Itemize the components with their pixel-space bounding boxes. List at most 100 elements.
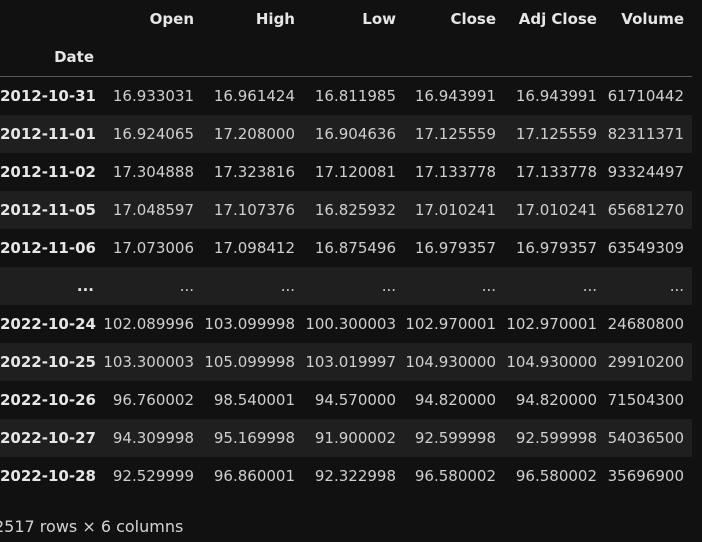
row-index-label: 2012-11-05 xyxy=(0,200,96,219)
table-cell: 103.099998 xyxy=(204,314,295,333)
table-cell: ... xyxy=(381,276,396,295)
table-cell: 17.125559 xyxy=(515,124,597,143)
table-cell: 16.924065 xyxy=(112,124,194,143)
table-cell: 17.208000 xyxy=(213,124,295,143)
table-cell: 63549309 xyxy=(607,238,684,257)
empty-header-cell xyxy=(303,38,404,77)
table-cell: 94.820000 xyxy=(515,390,597,409)
row-index-label: 2022-10-28 xyxy=(0,466,96,485)
table-cell: 105.099998 xyxy=(204,352,295,371)
empty-header-cell xyxy=(102,38,202,77)
table-cell: 93324497 xyxy=(607,162,684,181)
table-row: 2022-10-28 92.529999 96.860001 92.322998 96.… xyxy=(0,457,692,495)
row-index-label: 2022-10-25 xyxy=(0,352,96,371)
shape-summary: 2517 rows × 6 columns xyxy=(0,517,184,536)
column-header: Volume xyxy=(621,10,684,28)
table-cell: 92.529999 xyxy=(112,466,194,485)
table-cell: 103.019997 xyxy=(305,352,396,371)
dataframe-table: Open High Low Close Adj Close Volume Dat… xyxy=(0,0,692,495)
table-cell: 17.133778 xyxy=(515,162,597,181)
table-cell: 16.943991 xyxy=(515,86,597,105)
column-header: Close xyxy=(450,10,496,28)
row-index-label: 2022-10-27 xyxy=(0,428,96,447)
table-cell: 104.930000 xyxy=(405,352,496,371)
table-cell: 102.970001 xyxy=(506,314,597,333)
table-cell: 17.010241 xyxy=(414,200,496,219)
table-row: 2022-10-24 102.089996 103.099998 100.300003… xyxy=(0,305,692,343)
table-row: 2012-11-06 17.073006 17.098412 16.875496 16.… xyxy=(0,229,692,267)
table-row: 2012-11-01 16.924065 17.208000 16.904636 17.… xyxy=(0,114,692,153)
table-cell: 102.970001 xyxy=(405,314,496,333)
table-cell: 17.073006 xyxy=(112,238,194,257)
row-index-label: 2012-10-31 xyxy=(0,86,96,105)
dataframe-output: Open High Low Close Adj Close Volume Dat… xyxy=(0,0,702,536)
table-cell: ... xyxy=(280,276,295,295)
empty-header-cell xyxy=(404,38,504,77)
table-cell: 16.961424 xyxy=(213,86,295,105)
table-cell: ... xyxy=(582,276,597,295)
index-name: Date xyxy=(0,38,102,77)
table-cell: 17.125559 xyxy=(414,124,496,143)
table-cell: 16.943991 xyxy=(414,86,496,105)
table-cell: 16.811985 xyxy=(314,86,396,105)
table-row: 2022-10-26 96.760002 98.540001 94.570000 94.… xyxy=(0,381,692,419)
table-cell: 82311371 xyxy=(607,124,684,143)
table-cell: 54036500 xyxy=(607,428,684,447)
empty-header-cell xyxy=(202,38,303,77)
table-cell: 92.322998 xyxy=(314,466,396,485)
table-cell: 17.120081 xyxy=(314,162,396,181)
column-header: Open xyxy=(149,10,194,28)
table-cell: 91.900002 xyxy=(314,428,396,447)
table-row: 2012-11-05 17.048597 17.107376 16.825932 17.… xyxy=(0,190,692,229)
table-cell: 96.580002 xyxy=(414,466,496,485)
table-row: ..................... xyxy=(0,266,692,305)
table-cell: 17.010241 xyxy=(515,200,597,219)
table-cell: 96.760002 xyxy=(112,390,194,409)
table-cell: 16.979357 xyxy=(515,238,597,257)
table-cell: 94.570000 xyxy=(314,390,396,409)
table-cell: 102.089996 xyxy=(103,314,194,333)
table-cell: 94.309998 xyxy=(112,428,194,447)
table-cell: 61710442 xyxy=(607,86,684,105)
table-cell: 103.300003 xyxy=(103,352,194,371)
table-cell: 104.930000 xyxy=(506,352,597,371)
empty-header-cell xyxy=(504,38,605,77)
table-cell: 17.304888 xyxy=(112,162,194,181)
table-cell: 16.825932 xyxy=(314,200,396,219)
table-cell: 94.820000 xyxy=(414,390,496,409)
table-cell: ... xyxy=(669,276,684,295)
table-cell: 17.107376 xyxy=(213,200,295,219)
column-header: High xyxy=(255,10,295,28)
table-cell: 17.133778 xyxy=(414,162,496,181)
table-body: 2012-10-31 16.933031 16.961424 16.811985 16.… xyxy=(0,77,692,495)
empty-header-cell xyxy=(605,38,692,77)
table-cell: 96.580002 xyxy=(515,466,597,485)
table-cell: 95.169998 xyxy=(213,428,295,447)
table-cell: 35696900 xyxy=(607,466,684,485)
table-cell: ... xyxy=(179,276,194,295)
row-index-label: 2012-11-06 xyxy=(0,238,96,257)
table-row: 2012-11-02 17.304888 17.323816 17.120081 17.… xyxy=(0,153,692,191)
table-cell: 16.875496 xyxy=(314,238,396,257)
table-cell: 24680800 xyxy=(607,314,684,333)
table-cell: 29910200 xyxy=(607,352,684,371)
table-cell: 16.933031 xyxy=(112,86,194,105)
row-index-label: ... xyxy=(76,276,94,295)
table-row: 2012-10-31 16.933031 16.961424 16.811985 16.… xyxy=(0,77,692,115)
row-index-label: 2022-10-24 xyxy=(0,314,96,333)
row-index-label: 2012-11-01 xyxy=(0,124,96,143)
table-cell: ... xyxy=(481,276,496,295)
column-header: Adj Close xyxy=(518,10,597,28)
column-header: Low xyxy=(362,10,396,28)
table-cell: 17.048597 xyxy=(112,200,194,219)
table-cell: 92.599998 xyxy=(414,428,496,447)
table-cell: 16.904636 xyxy=(314,124,396,143)
table-cell: 65681270 xyxy=(607,200,684,219)
table-cell: 100.300003 xyxy=(305,314,396,333)
row-index-label: 2012-11-02 xyxy=(0,162,96,181)
index-corner-cell xyxy=(0,0,102,38)
table-cell: 98.540001 xyxy=(213,390,295,409)
index-name-row: Date xyxy=(0,38,692,77)
table-cell: 16.979357 xyxy=(414,238,496,257)
table-cell: 96.860001 xyxy=(213,466,295,485)
